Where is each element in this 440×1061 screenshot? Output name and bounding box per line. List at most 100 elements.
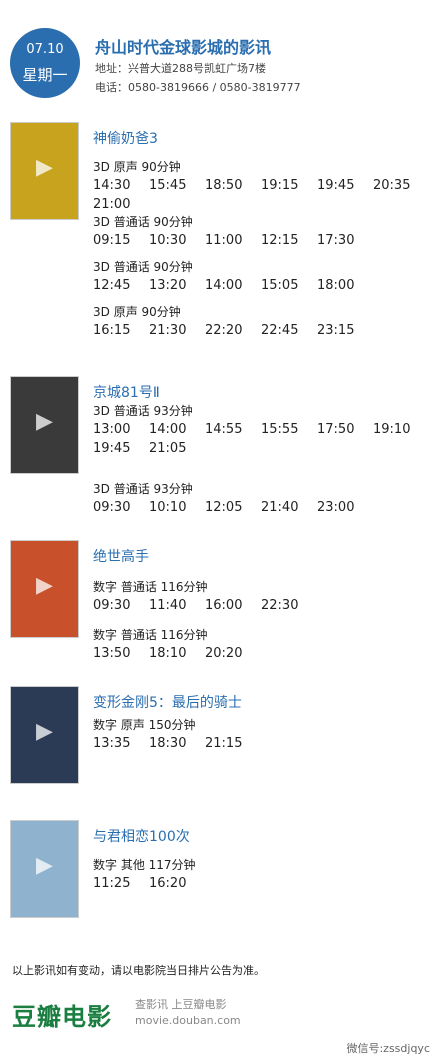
movie-poster[interactable]: ▶	[10, 376, 79, 474]
weekday-text: 星期一	[22, 66, 68, 84]
movie-poster[interactable]: ▶	[10, 820, 79, 918]
movie-title[interactable]: 变形金刚5：最后的骑士	[93, 692, 242, 712]
showtime[interactable]: 18:50	[205, 176, 261, 195]
showtime[interactable]: 19:15	[261, 176, 317, 195]
showtime[interactable]: 15:05	[261, 276, 317, 295]
movie-poster[interactable]: ▶	[10, 540, 79, 638]
showtime-session: 3D 普通话 90分钟 09:15 10:30 11:00 12:15 17:30	[93, 213, 433, 250]
showtime[interactable]: 20:20	[205, 644, 261, 663]
showtime-list: 09:30 11:40 16:00 22:30	[93, 596, 433, 615]
movie-poster[interactable]: ▶	[10, 122, 79, 220]
cinema-header: 07.10 星期一 舟山时代金球影城的影讯 地址：兴普大道288号凯虹广场7楼 …	[0, 0, 440, 110]
cinema-title: 舟山时代金球影城的影讯	[95, 38, 272, 57]
cinema-address: 地址：兴普大道288号凯虹广场7楼	[95, 62, 266, 75]
showtime[interactable]: 10:10	[149, 498, 205, 517]
showtime[interactable]: 21:30	[149, 321, 205, 340]
showtime[interactable]: 15:55	[261, 420, 317, 439]
showtime[interactable]: 13:35	[93, 734, 149, 753]
showtime[interactable]: 12:45	[93, 276, 149, 295]
showtime[interactable]: 17:30	[317, 231, 373, 250]
showtime-session: 数字 普通话 116分钟 13:50 18:10 20:20	[93, 626, 433, 663]
poster-play-icon: ▶	[36, 719, 53, 744]
showtime[interactable]: 15:45	[149, 176, 205, 195]
showtime[interactable]: 13:00	[93, 420, 149, 439]
showtime[interactable]: 11:40	[149, 596, 205, 615]
showtime-session: 3D 普通话 93分钟 09:30 10:10 12:05 21:40 23:00	[93, 480, 433, 517]
wechat-id: 微信号:zssdjqyc	[346, 1042, 430, 1055]
showtime-list: 14:30 15:45 18:50 19:15 19:45 20:35 21:00	[93, 176, 433, 214]
showtime[interactable]: 14:00	[205, 276, 261, 295]
showtime[interactable]: 18:10	[149, 644, 205, 663]
movie-title[interactable]: 京城81号Ⅱ	[93, 382, 160, 402]
poster-play-icon: ▶	[36, 853, 53, 878]
showtime[interactable]: 16:00	[205, 596, 261, 615]
session-info: 3D 原声 90分钟	[93, 305, 181, 319]
showtime[interactable]: 11:00	[205, 231, 261, 250]
showtime[interactable]: 09:15	[93, 231, 149, 250]
poster-play-icon: ▶	[36, 573, 53, 598]
movie-poster[interactable]: ▶	[10, 686, 79, 784]
showtime[interactable]: 19:45	[317, 176, 373, 195]
session-info: 数字 普通话 116分钟	[93, 628, 208, 642]
showtime[interactable]: 23:15	[317, 321, 373, 340]
session-info: 3D 普通话 90分钟	[93, 260, 193, 274]
showtime[interactable]: 14:55	[205, 420, 261, 439]
showtime[interactable]: 19:45	[93, 439, 149, 458]
showtime-list: 13:00 14:00 14:55 15:55 17:50 19:10 19:45 21:05	[93, 420, 433, 458]
showtime[interactable]: 21:00	[93, 195, 149, 214]
showtime-session: 3D 原声 90分钟 16:15 21:30 22:20 22:45 23:15	[93, 303, 433, 340]
showtime[interactable]: 09:30	[93, 498, 149, 517]
movie-title[interactable]: 与君相恋100次	[93, 826, 190, 846]
showtime[interactable]: 12:15	[261, 231, 317, 250]
showtime[interactable]: 20:35	[373, 176, 429, 195]
showtime-list: 09:15 10:30 11:00 12:15 17:30	[93, 231, 433, 250]
showtime[interactable]: 12:05	[205, 498, 261, 517]
showtime[interactable]: 22:20	[205, 321, 261, 340]
showtime[interactable]: 14:30	[93, 176, 149, 195]
poster-play-icon: ▶	[36, 155, 53, 180]
poster-play-icon: ▶	[36, 409, 53, 434]
showtime[interactable]: 19:10	[373, 420, 429, 439]
showtime[interactable]: 13:50	[93, 644, 149, 663]
footer-note: 以上影讯如有变动，请以电影院当日排片公告为准。	[12, 964, 265, 977]
showtime[interactable]: 21:05	[149, 439, 205, 458]
showtime[interactable]: 18:00	[317, 276, 373, 295]
showtime[interactable]: 22:45	[261, 321, 317, 340]
showtime-session: 数字 原声 150分钟 13:35 18:30 21:15	[93, 716, 433, 753]
session-info: 数字 普通话 116分钟	[93, 580, 208, 594]
showtime-list: 11:25 16:20	[93, 874, 433, 893]
showtime-session: 数字 其他 117分钟 11:25 16:20	[93, 856, 433, 893]
session-info: 数字 其他 117分钟	[93, 858, 196, 872]
movie-title[interactable]: 绝世高手	[93, 546, 149, 566]
showtime[interactable]: 18:30	[149, 734, 205, 753]
showtime-list: 12:45 13:20 14:00 15:05 18:00	[93, 276, 433, 295]
showtime[interactable]: 09:30	[93, 596, 149, 615]
session-info: 3D 普通话 93分钟	[93, 482, 193, 496]
douban-tagline: 查影讯 上豆瓣电影	[135, 998, 227, 1011]
showtime-list: 13:50 18:10 20:20	[93, 644, 433, 663]
showtime[interactable]: 17:50	[317, 420, 373, 439]
douban-logo[interactable]: 豆瓣电影	[12, 997, 112, 1032]
showtime-list: 09:30 10:10 12:05 21:40 23:00	[93, 498, 433, 517]
date-text: 07.10	[26, 42, 64, 57]
showtime[interactable]: 21:15	[205, 734, 261, 753]
showtime-session: 3D 原声 90分钟 14:30 15:45 18:50 19:15 19:45 20:35…	[93, 158, 433, 214]
movie-title[interactable]: 神偷奶爸3	[93, 128, 158, 148]
showtime-session: 3D 普通话 93分钟 13:00 14:00 14:55 15:55 17:50 19:1…	[93, 402, 433, 458]
session-info: 3D 普通话 93分钟	[93, 404, 193, 418]
showtime-session: 3D 普通话 90分钟 12:45 13:20 14:00 15:05 18:00	[93, 258, 433, 295]
showtime[interactable]: 10:30	[149, 231, 205, 250]
cinema-phone: 电话：0580-3819666 / 0580-3819777	[95, 81, 301, 94]
showtime[interactable]: 16:15	[93, 321, 149, 340]
showtime[interactable]: 11:25	[93, 874, 149, 893]
showtime[interactable]: 22:30	[261, 596, 317, 615]
session-info: 3D 原声 90分钟	[93, 160, 181, 174]
session-info: 数字 原声 150分钟	[93, 718, 196, 732]
showtime[interactable]: 23:00	[317, 498, 373, 517]
douban-url[interactable]: movie.douban.com	[135, 1014, 241, 1027]
showtime[interactable]: 14:00	[149, 420, 205, 439]
showtime[interactable]: 13:20	[149, 276, 205, 295]
showtime[interactable]: 16:20	[149, 874, 205, 893]
session-info: 3D 普通话 90分钟	[93, 215, 193, 229]
showtime[interactable]: 21:40	[261, 498, 317, 517]
